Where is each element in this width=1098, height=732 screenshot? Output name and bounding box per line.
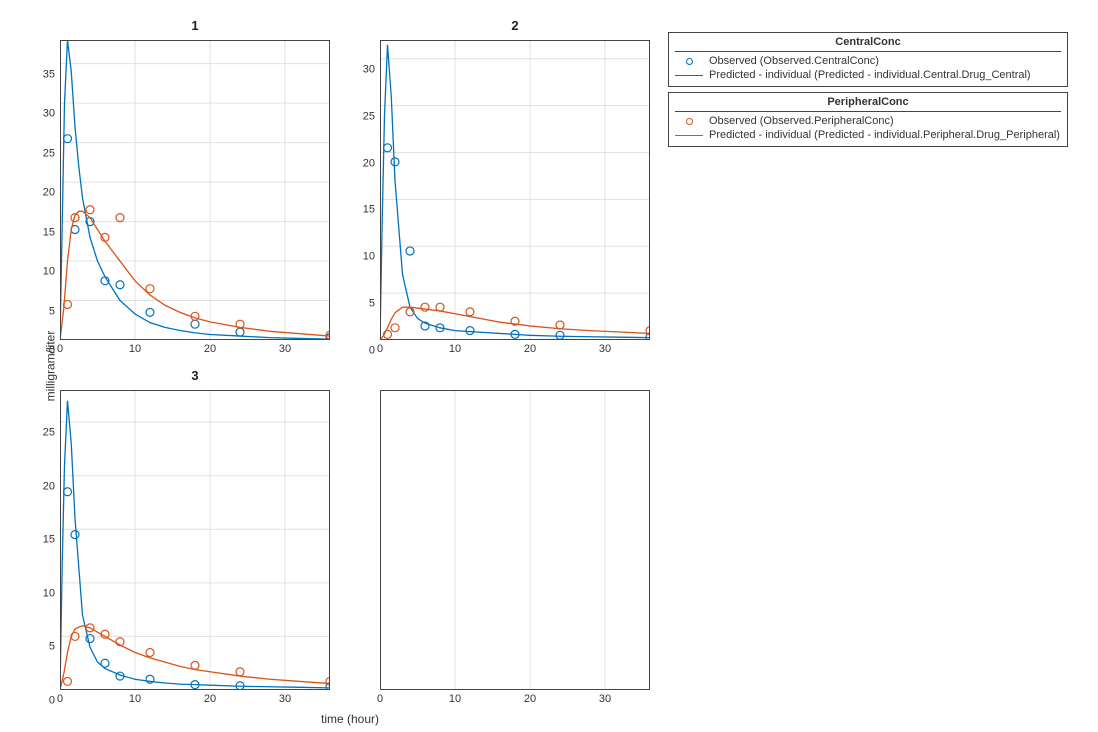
y-tick-label: 15 [363,205,375,216]
y-tick-label: 10 [43,588,55,599]
axes-box [380,40,650,340]
legend-label: Predicted - individual (Predicted - indi… [709,69,1031,81]
x-tick-label: 30 [279,344,291,355]
axes-box [60,40,330,340]
legend-entry: Predicted - individual (Predicted - indi… [675,68,1061,82]
x-tick-label: 20 [524,694,536,705]
legend-entry: Observed (Observed.CentralConc) [675,54,1061,68]
y-tick-label: 20 [43,481,55,492]
legend-label: Observed (Observed.CentralConc) [709,55,879,67]
y-axis-label: milligram/liter [43,331,57,402]
legend-central: CentralConc Observed (Observed.CentralCo… [668,32,1068,87]
x-tick-label: 10 [449,694,461,705]
chart-panel-2: 20102030051015202530 [380,40,650,340]
legend-central-title: CentralConc [675,35,1061,52]
x-tick-label: 20 [204,344,216,355]
y-tick-label: 10 [363,252,375,263]
y-tick-label: 25 [363,111,375,122]
y-tick-label: 30 [43,109,55,120]
marker-icon [675,116,703,127]
x-tick-label: 10 [449,344,461,355]
y-tick-label: 30 [363,64,375,75]
x-tick-label: 0 [57,344,63,355]
y-tick-label: 35 [43,69,55,80]
x-axis-label: time (hour) [50,712,650,726]
y-tick-label: 10 [43,267,55,278]
y-tick-label: 0 [49,346,55,357]
x-tick-label: 0 [57,694,63,705]
y-tick-label: 5 [49,642,55,653]
x-tick-label: 30 [599,344,611,355]
panel-title: 2 [380,18,650,33]
y-tick-label: 25 [43,148,55,159]
x-tick-label: 30 [279,694,291,705]
y-tick-label: 15 [43,535,55,546]
y-tick-label: 0 [369,346,375,357]
panel-title: 3 [60,368,330,383]
y-tick-label: 0 [49,696,55,707]
y-tick-label: 20 [363,158,375,169]
panel-title: 1 [60,18,330,33]
y-tick-label: 25 [43,428,55,439]
marker-icon [675,56,703,67]
axes-box [60,390,330,690]
chart-panel-3: 301020300510152025 [60,390,330,690]
x-tick-label: 0 [377,344,383,355]
x-tick-label: 0 [377,694,383,705]
x-tick-label: 30 [599,694,611,705]
legend-label: Observed (Observed.PeripheralConc) [709,115,894,127]
x-tick-label: 20 [204,694,216,705]
chart-panel-1: 1010203005101520253035 [60,40,330,340]
x-tick-label: 10 [129,344,141,355]
chart-panel-4: 0102030 [380,390,650,690]
legend-entry: Observed (Observed.PeripheralConc) [675,114,1061,128]
legend-label: Predicted - individual (Predicted - indi… [709,129,1060,141]
legend-entry: Predicted - individual (Predicted - indi… [675,128,1061,142]
legend-peripheral: PeripheralConc Observed (Observed.Periph… [668,92,1068,147]
figure: milligram/liter time (hour) 101020300510… [0,0,1098,732]
legend-peripheral-title: PeripheralConc [675,95,1061,112]
y-tick-label: 20 [43,188,55,199]
line-icon [675,130,703,141]
axes-box [380,390,650,690]
y-tick-label: 5 [369,299,375,310]
x-tick-label: 20 [524,344,536,355]
line-icon [675,70,703,81]
y-tick-label: 15 [43,227,55,238]
y-tick-label: 5 [49,306,55,317]
x-tick-label: 10 [129,694,141,705]
